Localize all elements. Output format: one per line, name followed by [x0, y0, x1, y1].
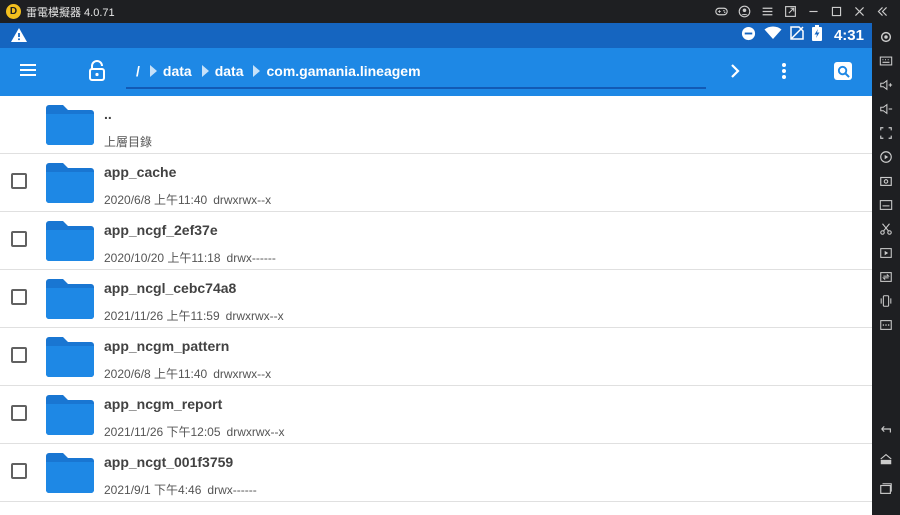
file-meta: 2020/10/20 上午11:18 drwx------ [104, 249, 276, 266]
folder-icon [46, 163, 94, 203]
more-tools-icon[interactable] [878, 317, 894, 333]
maximize-icon[interactable] [825, 0, 848, 23]
breadcrumb-separator-icon [149, 65, 157, 77]
row-checkbox[interactable] [11, 405, 27, 421]
apk-install-icon[interactable] [878, 197, 894, 213]
emulator-titlebar: D 雷電模擬器 4.0.71 [0, 0, 900, 23]
settings-gear-icon[interactable] [878, 29, 894, 45]
breadcrumb-separator-icon [201, 65, 209, 77]
file-name: app_cache [104, 164, 177, 180]
file-name: .. [104, 106, 112, 122]
file-permissions: drwxrwx--x [226, 425, 285, 439]
file-date: 2021/9/1 下午4:46 [104, 483, 202, 497]
shake-device-icon[interactable] [878, 293, 894, 309]
file-date: 2021/11/26 下午12:05 [104, 425, 221, 439]
screenshot-icon[interactable] [878, 173, 894, 189]
volume-up-icon[interactable] [878, 77, 894, 93]
status-clock: 4:31 [833, 27, 864, 44]
do-not-disturb-icon [741, 26, 756, 46]
file-date: 2020/10/20 上午11:18 [104, 251, 221, 265]
list-item[interactable]: app_ncgl_cebc74a8 2021/11/26 上午11:59 drwx… [0, 270, 872, 328]
hamburger-menu-icon[interactable] [756, 0, 779, 23]
record-icon[interactable] [878, 149, 894, 165]
folder-icon [46, 221, 94, 261]
breadcrumb-item[interactable]: data [163, 63, 192, 79]
row-checkbox[interactable] [11, 173, 27, 189]
row-checkbox[interactable] [11, 289, 27, 305]
emulator-toolbar [872, 23, 900, 515]
folder-icon [46, 279, 94, 319]
file-date: 2021/11/26 上午11:59 [104, 309, 220, 323]
close-icon[interactable] [848, 0, 871, 23]
row-checkbox[interactable] [11, 347, 27, 363]
file-meta: 上層目錄 [104, 133, 152, 150]
folder-icon [46, 453, 94, 493]
more-options-icon[interactable] [780, 61, 788, 86]
keyboard-icon[interactable] [878, 53, 894, 69]
volume-down-icon[interactable] [878, 101, 894, 117]
account-icon[interactable] [733, 0, 756, 23]
warning-icon [10, 27, 28, 48]
file-meta: 2020/6/8 上午11:40 drwxrwx--x [104, 191, 271, 208]
window-title: 雷電模擬器 4.0.71 [26, 7, 115, 19]
file-meta: 2021/11/26 上午11:59 drwxrwx--x [104, 307, 284, 324]
file-date: 上層目錄 [104, 135, 153, 149]
breadcrumb-item[interactable]: data [215, 63, 244, 79]
android-statusbar: 4:31 [0, 23, 872, 48]
row-checkbox[interactable] [11, 231, 27, 247]
collapse-sidebar-icon[interactable] [871, 0, 894, 23]
breadcrumb-root[interactable]: / [136, 63, 140, 79]
file-permissions: drwxrwx--x [225, 309, 284, 323]
breadcrumb-underline [126, 87, 706, 89]
breadcrumb: / data data com.gamania.lineagem [136, 63, 421, 79]
file-name: app_ncgm_report [104, 396, 223, 412]
breadcrumb-separator-icon [253, 65, 261, 77]
file-permissions: drwxrwx--x [213, 367, 272, 381]
list-item[interactable]: app_ncgf_2ef37e 2020/10/20 上午11:18 drwx--… [0, 212, 872, 270]
wifi-icon [764, 26, 782, 45]
file-date: 2020/6/8 上午11:40 [104, 367, 208, 381]
gamepad-icon[interactable] [710, 0, 733, 23]
file-permissions: drwx------ [226, 251, 276, 265]
list-item[interactable]: app_cache 2020/6/8 上午11:40 drwxrwx--x [0, 154, 872, 212]
list-item[interactable]: app_ncgm_pattern 2020/6/8 上午11:40 drwxrwx… [0, 328, 872, 386]
file-name: app_ncgt_001f3759 [104, 454, 234, 470]
folder-icon [46, 395, 94, 435]
chevron-right-icon[interactable] [728, 62, 742, 85]
nav-menu-icon[interactable] [18, 60, 38, 85]
android-screen: 4:31 / data data com.gamania.lineagem ..… [0, 23, 872, 515]
emulator-logo: D [6, 4, 21, 19]
file-list: .. 上層目錄 app_cache 2020/6/8 上午11:40 drwxrw… [0, 96, 872, 502]
search-icon[interactable] [834, 62, 852, 80]
recent-apps-icon[interactable] [878, 481, 894, 497]
file-name: app_ncgf_2ef37e [104, 222, 218, 238]
file-meta: 2021/9/1 下午4:46 drwx------ [104, 481, 257, 498]
parent-directory-item[interactable]: .. 上層目錄 [0, 96, 872, 154]
folder-icon [46, 105, 94, 145]
sync-icon[interactable] [878, 269, 894, 285]
home-icon[interactable] [878, 451, 894, 467]
video-play-icon[interactable] [878, 245, 894, 261]
file-manager-appbar: / data data com.gamania.lineagem [0, 48, 872, 96]
battery-charging-icon [811, 25, 822, 46]
unlock-icon[interactable] [88, 60, 106, 87]
file-name: app_ncgl_cebc74a8 [104, 280, 237, 296]
file-permissions: drwx------ [207, 483, 257, 497]
file-name: app_ncgm_pattern [104, 338, 230, 354]
list-item[interactable]: app_ncgt_001f3759 2021/9/1 下午4:46 drwx---… [0, 444, 872, 502]
breadcrumb-item-current[interactable]: com.gamania.lineagem [266, 63, 420, 79]
fullscreen-icon[interactable] [878, 125, 894, 141]
scissors-icon[interactable] [878, 221, 894, 237]
row-checkbox[interactable] [11, 463, 27, 479]
list-item[interactable]: app_ncgm_report 2021/11/26 下午12:05 drwxrw… [0, 386, 872, 444]
file-permissions: drwxrwx--x [213, 193, 272, 207]
file-meta: 2021/11/26 下午12:05 drwxrwx--x [104, 423, 285, 440]
no-sim-icon [790, 26, 804, 45]
file-date: 2020/6/8 上午11:40 [104, 193, 208, 207]
file-meta: 2020/6/8 上午11:40 drwxrwx--x [104, 365, 271, 382]
back-icon[interactable] [878, 421, 894, 437]
minimize-icon[interactable] [802, 0, 825, 23]
folder-icon [46, 337, 94, 377]
popout-window-icon[interactable] [779, 0, 802, 23]
